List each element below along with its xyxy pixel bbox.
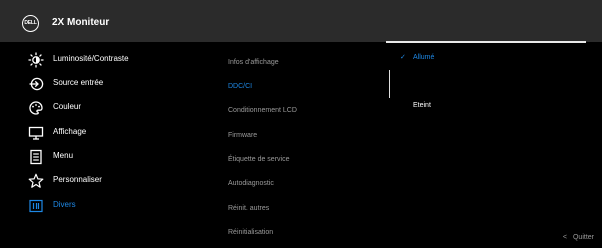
submenu-item-lcd-conditioning[interactable]: Conditionnement LCD <box>228 107 297 114</box>
menu-item-label: Source entrée <box>53 78 104 87</box>
menu-item-color[interactable]: Couleur <box>0 97 215 119</box>
osd-header: DELL 2X Moniteur <box>0 0 602 42</box>
menu-item-others[interactable]: Divers <box>0 195 215 217</box>
option-label: Allumé <box>413 54 435 61</box>
submenu-item-service-tag[interactable]: Étiquette de service <box>228 156 289 163</box>
option-label: Eteint <box>413 102 431 109</box>
dell-logo: DELL <box>22 15 39 32</box>
submenu-item-display-info[interactable]: Infos d'affichage <box>228 59 279 66</box>
quit-label: Quitter <box>572 234 594 241</box>
submenu-item-reset-others[interactable]: Réinit. autres <box>228 205 269 212</box>
menu-icon <box>30 149 42 165</box>
menu-item-personalize[interactable]: Personnaliser <box>0 170 215 192</box>
menu-item-menu[interactable]: Menu <box>0 146 215 168</box>
chevron-left-icon: < <box>562 234 567 241</box>
monitor-osd: DELL 2X Moniteur Luminosité/Contraste So… <box>0 0 602 248</box>
option-off[interactable]: Eteint <box>413 102 431 109</box>
menu-item-label: Couleur <box>53 102 82 111</box>
display-icon <box>28 126 44 140</box>
menu-item-input-source[interactable]: Source entrée <box>0 73 215 95</box>
menu-item-display[interactable]: Affichage <box>0 122 215 144</box>
submenu-item-firmware[interactable]: Firmware <box>228 132 257 139</box>
menu-item-brightness-contrast[interactable]: Luminosité/Contraste <box>0 49 215 71</box>
options-column-underline <box>386 41 586 43</box>
submenu-item-factory-reset[interactable]: Réinitialisation <box>228 229 273 236</box>
option-on[interactable]: ✓ Allumé <box>400 53 434 61</box>
menu-item-label: Divers <box>53 200 76 209</box>
brightness-icon <box>28 52 44 68</box>
selection-divider <box>389 70 390 98</box>
info-icon <box>29 199 43 213</box>
menu-item-label: Luminosité/Contraste <box>53 54 129 63</box>
quit-button[interactable]: < Quitter <box>563 234 594 241</box>
color-palette-icon <box>29 101 43 115</box>
star-icon <box>28 173 44 188</box>
menu-item-label: Affichage <box>53 127 87 136</box>
check-icon: ✓ <box>400 54 406 61</box>
submenu-item-self-diagnostic[interactable]: Autodiagnostic <box>228 180 274 187</box>
menu-item-label: Personnaliser <box>53 175 102 184</box>
submenu-item-ddc-ci[interactable]: DDC/CI <box>228 83 252 90</box>
menu-item-label: Menu <box>53 151 74 160</box>
input-source-icon <box>29 77 44 91</box>
osd-title: 2X Moniteur <box>52 17 110 28</box>
